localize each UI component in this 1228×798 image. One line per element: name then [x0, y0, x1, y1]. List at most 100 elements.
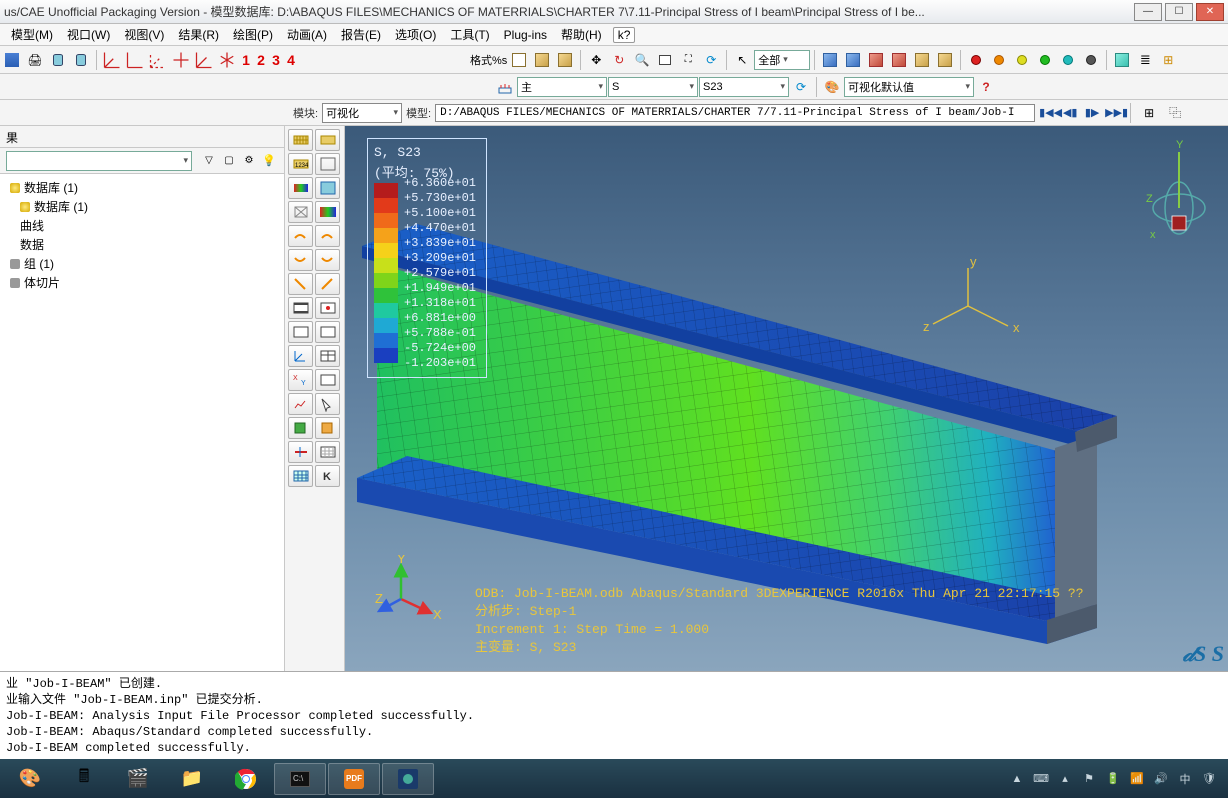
tool-info[interactable]	[315, 393, 340, 415]
filter-button[interactable]: ▽	[200, 152, 218, 170]
tree-button[interactable]: ⊞	[1157, 49, 1179, 71]
db-button-2[interactable]	[70, 49, 92, 71]
zoom-box-button[interactable]	[654, 49, 676, 71]
task-cmd[interactable]: C:\	[274, 763, 326, 795]
minimize-button[interactable]: —	[1134, 3, 1162, 21]
save-button[interactable]	[1, 49, 23, 71]
render-shaded-button[interactable]	[554, 49, 576, 71]
next-frame-button[interactable]: ▮▶	[1083, 106, 1101, 119]
keyboard-icon[interactable]: ⌨	[1034, 772, 1048, 786]
system-tray[interactable]: ▲ ⌨ ▴ ⚑ 🔋 📶 🔊 中 🛡	[1010, 772, 1224, 786]
render-wire-button[interactable]	[508, 49, 530, 71]
tool-bc[interactable]	[288, 441, 313, 463]
menu-model[interactable]: 模型(M)	[4, 26, 60, 43]
task-calc[interactable]: 🖩	[58, 763, 110, 795]
display-6[interactable]	[934, 49, 956, 71]
battery-icon[interactable]: 🔋	[1106, 772, 1120, 786]
display-4[interactable]	[888, 49, 910, 71]
tool-triad[interactable]	[288, 345, 313, 367]
model-path-field[interactable]: D:/ABAQUS FILES/MECHANICS OF MATERRIALS/…	[435, 104, 1035, 122]
tool-k[interactable]: K	[315, 465, 340, 487]
gear-button[interactable]: ⚙	[240, 152, 258, 170]
view-compass[interactable]: Y Z x	[1144, 136, 1214, 249]
menu-plugins[interactable]: Plug-ins	[497, 28, 554, 42]
view-1[interactable]: 1	[239, 52, 253, 68]
task-wmp[interactable]: 🎬	[112, 763, 164, 795]
task-chrome[interactable]	[220, 763, 272, 795]
axis-btn-4[interactable]	[170, 49, 192, 71]
color-o[interactable]	[988, 49, 1010, 71]
palette-button[interactable]: 🎨	[821, 76, 843, 98]
menu-animate[interactable]: 动画(A)	[280, 26, 334, 43]
tool-opts[interactable]	[315, 153, 340, 175]
close-button[interactable]: ✕	[1196, 3, 1224, 21]
volume-icon[interactable]: 🔊	[1154, 772, 1168, 786]
tool-symbol[interactable]	[288, 177, 313, 199]
color-r[interactable]	[965, 49, 987, 71]
new-button[interactable]: ▢	[220, 152, 238, 170]
context-help-button[interactable]: k?	[613, 27, 636, 43]
tool-film4[interactable]	[315, 321, 340, 343]
windows-taskbar[interactable]: 🎨 🖩 🎬 📁 C:\ PDF ▲ ⌨ ▴ ⚑ 🔋 📶 🔊 中 🛡	[0, 759, 1228, 798]
module-combo[interactable]: 可视化▾	[322, 103, 402, 123]
pan-button[interactable]: ✥	[585, 49, 607, 71]
menu-result[interactable]: 结果(R)	[171, 26, 226, 43]
display-5[interactable]	[911, 49, 933, 71]
tray-arrow-icon[interactable]: ▴	[1058, 772, 1072, 786]
tray-up-icon[interactable]: ▲	[1010, 772, 1024, 786]
axis-btn-1[interactable]	[101, 49, 123, 71]
layer-button[interactable]: ≣	[1134, 49, 1156, 71]
tool-film1[interactable]	[288, 297, 313, 319]
axis-btn-2[interactable]	[124, 49, 146, 71]
sync-button[interactable]: ⟳	[790, 76, 812, 98]
color-y[interactable]	[1011, 49, 1033, 71]
vis-style-combo[interactable]: 可视化默认值▾	[844, 77, 974, 97]
ime-lang-label[interactable]: 中	[1178, 772, 1192, 786]
db-button-1[interactable]	[47, 49, 69, 71]
tool-arrow5[interactable]	[288, 273, 313, 295]
menu-tools[interactable]: 工具(T)	[443, 26, 496, 43]
view-3[interactable]: 3	[269, 52, 283, 68]
prev-frame-button[interactable]: ◀▮	[1061, 106, 1079, 119]
color-g[interactable]	[1034, 49, 1056, 71]
autoview-button[interactable]: ⟳	[700, 49, 722, 71]
last-frame-button[interactable]: ▶▶▮	[1105, 106, 1123, 119]
selection-filter-combo[interactable]: 全部▾	[754, 50, 810, 70]
axis-btn-6[interactable]	[216, 49, 238, 71]
color-cy[interactable]	[1057, 49, 1079, 71]
tool-xy[interactable]: XY	[288, 369, 313, 391]
axis-btn-5[interactable]	[193, 49, 215, 71]
tool-mesh[interactable]	[288, 465, 313, 487]
tool-arrow1[interactable]	[288, 225, 313, 247]
menu-plot[interactable]: 绘图(P)	[226, 26, 280, 43]
axis-btn-3[interactable]	[147, 49, 169, 71]
model-tree[interactable]: 数据库 (1) 数据库 (1) 曲线 数据 组 (1) 体切片	[0, 174, 284, 671]
network-icon[interactable]: 📶	[1130, 772, 1144, 786]
display-1[interactable]	[819, 49, 841, 71]
first-frame-button[interactable]: ▮◀◀	[1039, 106, 1057, 119]
view-2[interactable]: 2	[254, 52, 268, 68]
tool-arrow3[interactable]	[288, 249, 313, 271]
task-paint[interactable]: 🎨	[4, 763, 56, 795]
tool-material[interactable]	[288, 201, 313, 223]
cascade-button[interactable]: ⿻	[1164, 102, 1186, 124]
maximize-button[interactable]: ☐	[1165, 3, 1193, 21]
fit-button[interactable]: ⛶	[677, 49, 699, 71]
tool-contour[interactable]: 1234	[288, 153, 313, 175]
var-combo[interactable]: S▾	[608, 77, 698, 97]
tool-layer[interactable]	[315, 417, 340, 439]
tool-arrow4[interactable]	[315, 249, 340, 271]
cut-button[interactable]	[1111, 49, 1133, 71]
tool-plot[interactable]	[288, 393, 313, 415]
tool-film2[interactable]	[315, 297, 340, 319]
task-foxit[interactable]: PDF	[328, 763, 380, 795]
view-4[interactable]: 4	[284, 52, 298, 68]
select-button[interactable]: ↖	[731, 49, 753, 71]
task-abaqus[interactable]	[382, 763, 434, 795]
tool-deformed[interactable]	[315, 129, 340, 151]
component-combo[interactable]: S23▾	[699, 77, 789, 97]
tool-arrow2[interactable]	[315, 225, 340, 247]
display-3[interactable]	[865, 49, 887, 71]
task-explorer[interactable]: 📁	[166, 763, 218, 795]
menu-viewport[interactable]: 视口(W)	[60, 26, 117, 43]
